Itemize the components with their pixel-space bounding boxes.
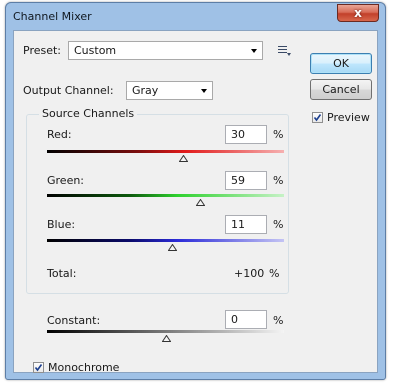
monochrome-checkbox[interactable] bbox=[33, 362, 44, 373]
triangle-icon bbox=[179, 155, 189, 162]
constant-label: Constant: bbox=[47, 314, 101, 327]
red-unit: % bbox=[273, 128, 284, 141]
preview-label: Preview bbox=[327, 111, 370, 124]
constant-unit: % bbox=[273, 314, 284, 327]
checkmark-icon bbox=[34, 364, 43, 372]
total-label: Total: bbox=[47, 267, 77, 280]
title-bar[interactable]: Channel Mixer x bbox=[6, 3, 385, 29]
blue-label: Blue: bbox=[47, 218, 76, 231]
close-icon: x bbox=[354, 6, 362, 20]
constant-input[interactable]: 0 bbox=[225, 310, 267, 329]
monochrome-label: Monochrome bbox=[48, 361, 120, 374]
red-slider-track[interactable] bbox=[47, 150, 284, 153]
output-channel-label: Output Channel: bbox=[23, 84, 114, 97]
blue-input[interactable]: 11 bbox=[225, 215, 267, 234]
green-unit: % bbox=[273, 174, 284, 187]
preset-options-icon[interactable] bbox=[278, 45, 292, 57]
chevron-down-icon bbox=[251, 49, 257, 53]
triangle-icon bbox=[161, 335, 171, 342]
red-input[interactable]: 30 bbox=[225, 125, 267, 144]
blue-slider-track[interactable] bbox=[47, 239, 284, 242]
output-channel-dropdown[interactable]: Gray bbox=[126, 81, 213, 100]
blue-unit: % bbox=[273, 218, 284, 231]
ok-button[interactable]: OK bbox=[310, 53, 372, 74]
triangle-icon bbox=[168, 244, 178, 251]
close-button[interactable]: x bbox=[337, 4, 379, 22]
green-input[interactable]: 59 bbox=[225, 171, 267, 190]
total-value: +100 bbox=[234, 267, 265, 280]
total-unit: % bbox=[269, 267, 280, 280]
dialog-body: Preset: Custom Output Channel: Gray OK C… bbox=[13, 30, 378, 374]
window-title: Channel Mixer bbox=[13, 10, 92, 23]
checkmark-icon bbox=[313, 114, 322, 122]
output-channel-value: Gray bbox=[132, 84, 159, 97]
preset-dropdown[interactable]: Custom bbox=[68, 41, 263, 60]
triangle-icon bbox=[196, 199, 206, 206]
source-channels-title: Source Channels bbox=[39, 107, 138, 120]
green-slider-track[interactable] bbox=[47, 194, 284, 197]
preset-value: Custom bbox=[74, 44, 117, 57]
cancel-button[interactable]: Cancel bbox=[310, 79, 372, 100]
chevron-down-icon bbox=[201, 89, 207, 93]
constant-slider-track[interactable] bbox=[47, 330, 284, 333]
preset-label: Preset: bbox=[23, 44, 62, 57]
channel-mixer-dialog: Channel Mixer x Preset: Custom Output Ch… bbox=[5, 2, 386, 380]
green-label: Green: bbox=[47, 174, 85, 187]
preview-checkbox[interactable] bbox=[312, 112, 323, 123]
red-label: Red: bbox=[47, 128, 72, 141]
